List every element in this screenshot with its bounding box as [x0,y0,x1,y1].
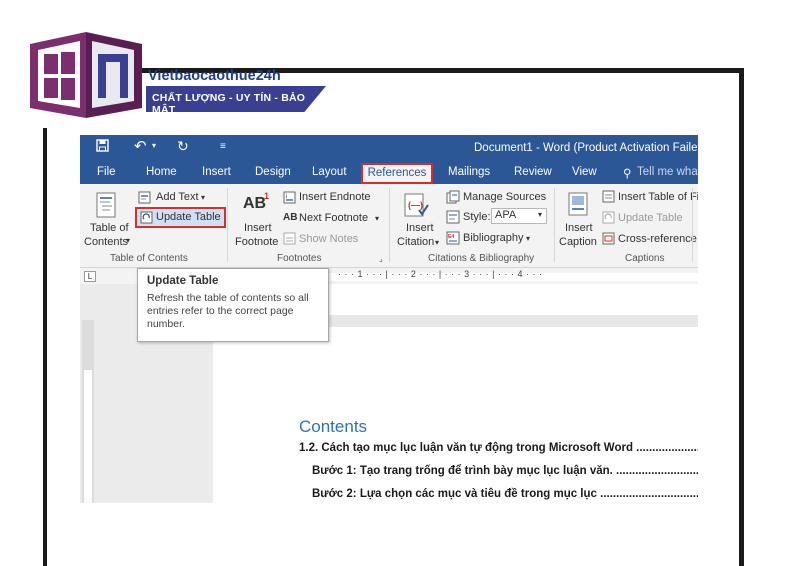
insert-citation-icon[interactable]: (—) [403,192,429,223]
brand-name: Vietbaocaothue24h [148,68,281,84]
toc-entry[interactable]: Bước 2: Lựa chọn các mục và tiêu đề tron… [312,488,698,500]
update-table-tooltip: Update Table Refresh the table of conten… [137,268,329,342]
redo-icon[interactable]: ↻ [177,138,189,155]
tab-home[interactable]: Home [146,166,177,178]
window-title: Document1 - Word (Product Activation Fai… [474,142,698,154]
style-value: APA [495,209,517,221]
group-label-footnotes: Footnotes [277,253,322,264]
group-separator [227,188,228,262]
insert-caption-icon[interactable] [568,192,588,221]
insert-citation-label-1[interactable]: Insert [406,222,434,234]
chevron-down-icon: ▾ [201,193,206,202]
book-logo-icon [28,28,144,122]
vertical-ruler-text-area [84,370,92,503]
chevron-down-icon: ▾ [435,238,440,247]
chevron-down-icon: ▾ [537,210,542,219]
page-frame-left [43,128,47,566]
show-notes-button[interactable]: Show Notes [299,233,358,245]
ribbon-tabs: File Home Insert Design Layout Reference… [80,162,698,184]
ruler-marks: · · · 1 · · · | · · · 2 · · · | · · · 3 … [338,269,543,279]
tab-view[interactable]: View [572,166,597,178]
group-label-toc: Table of Contents [110,253,188,264]
undo-dropdown-icon[interactable]: ▾ [152,141,156,150]
style-select[interactable]: APA ▾ [491,208,547,224]
tab-selector[interactable]: L [84,271,96,282]
save-icon[interactable] [96,139,109,155]
show-notes-icon [283,232,296,250]
bibliography-button[interactable]: Bibliography [463,232,524,244]
tab-file[interactable]: File [97,166,116,178]
svg-text:i: i [286,194,287,200]
tooltip-description: Refresh the table of contents so all ent… [147,292,309,330]
chevron-down-icon: ▾ [375,214,380,223]
group-separator [554,188,555,262]
footnote-ab-icon[interactable]: AB [243,195,266,213]
toc-button-label-2[interactable]: Contents [84,236,128,248]
add-text-button[interactable]: Add Text [156,191,199,203]
update-table-icon [140,211,153,229]
insert-caption-label-2[interactable]: Caption [559,236,597,248]
customize-qat-icon[interactable]: ≡ [220,141,226,152]
toc-entry[interactable]: 1.2. Cách tạo mục lục luận văn tự động t… [299,442,698,454]
page-frame-right [739,68,744,566]
insert-footnote-label-2[interactable]: Footnote [235,236,278,248]
update-table-label[interactable]: Update Table [156,211,221,223]
bibliography-icon: E4 [446,231,460,250]
table-of-contents-icon[interactable] [96,192,116,223]
toc-heading: Contents [299,417,368,436]
toc-button-label-1[interactable]: Table of [90,222,129,234]
manage-sources-button[interactable]: Manage Sources [463,191,546,203]
next-footnote-icon: AB [283,212,298,223]
tab-design[interactable]: Design [255,166,291,178]
group-separator [692,188,693,262]
cross-reference-icon [602,232,615,250]
group-label-citations: Citations & Bibliography [428,253,535,264]
dialog-launcher-icon[interactable]: ⌟ [379,254,383,263]
update-table-captions-icon [602,211,615,229]
group-label-captions: Captions [625,253,665,264]
insert-table-of-figures-button[interactable]: Insert Table of Fig [618,191,698,203]
undo-icon[interactable]: ↶ [134,137,147,155]
next-footnote-button[interactable]: Next Footnote [299,212,368,224]
insert-citation-label-2[interactable]: Citation [397,236,434,248]
tab-review[interactable]: Review [514,166,552,178]
insert-endnote-button[interactable]: Insert Endnote [299,191,371,203]
table-of-figures-icon [602,190,615,208]
footnote-superscript: 1 [264,191,270,201]
chevron-down-icon[interactable]: ▾ [126,236,130,245]
update-table-captions-button[interactable]: Update Table [618,212,683,224]
style-icon [446,210,460,229]
lightbulb-icon: ⚲ [623,168,632,180]
tab-layout[interactable]: Layout [312,166,347,178]
group-separator [389,188,390,262]
title-bar: ↶ ▾ ↻ ≡ Document1 - Word (Product Activa… [80,135,698,162]
tooltip-title: Update Table [147,275,219,287]
style-label: Style: [463,211,491,223]
tab-references[interactable]: References [361,163,433,184]
ribbon-references: Table of Contents ▾ Add Text ▾ Update Ta… [80,184,698,268]
svg-text:(—): (—) [408,200,423,210]
tab-insert[interactable]: Insert [202,166,231,178]
brand-tagline: CHẤT LƯỢNG - UY TÍN - BẢO MẬT [146,86,326,112]
cross-reference-button[interactable]: Cross-reference [618,233,697,245]
manage-sources-icon [446,190,460,209]
svg-text:E4: E4 [448,234,454,240]
chevron-down-icon: ▾ [526,234,531,243]
word-window: ↶ ▾ ↻ ≡ Document1 - Word (Product Activa… [80,135,698,503]
tell-me-search[interactable]: Tell me what [637,166,698,178]
tab-mailings[interactable]: Mailings [448,166,490,178]
insert-endnote-icon: i [283,191,296,209]
insert-caption-label-1[interactable]: Insert [565,222,593,234]
insert-footnote-label-1[interactable]: Insert [244,222,272,234]
toc-entry[interactable]: Bước 1: Tạo trang trống để trình bày mục… [312,465,698,477]
